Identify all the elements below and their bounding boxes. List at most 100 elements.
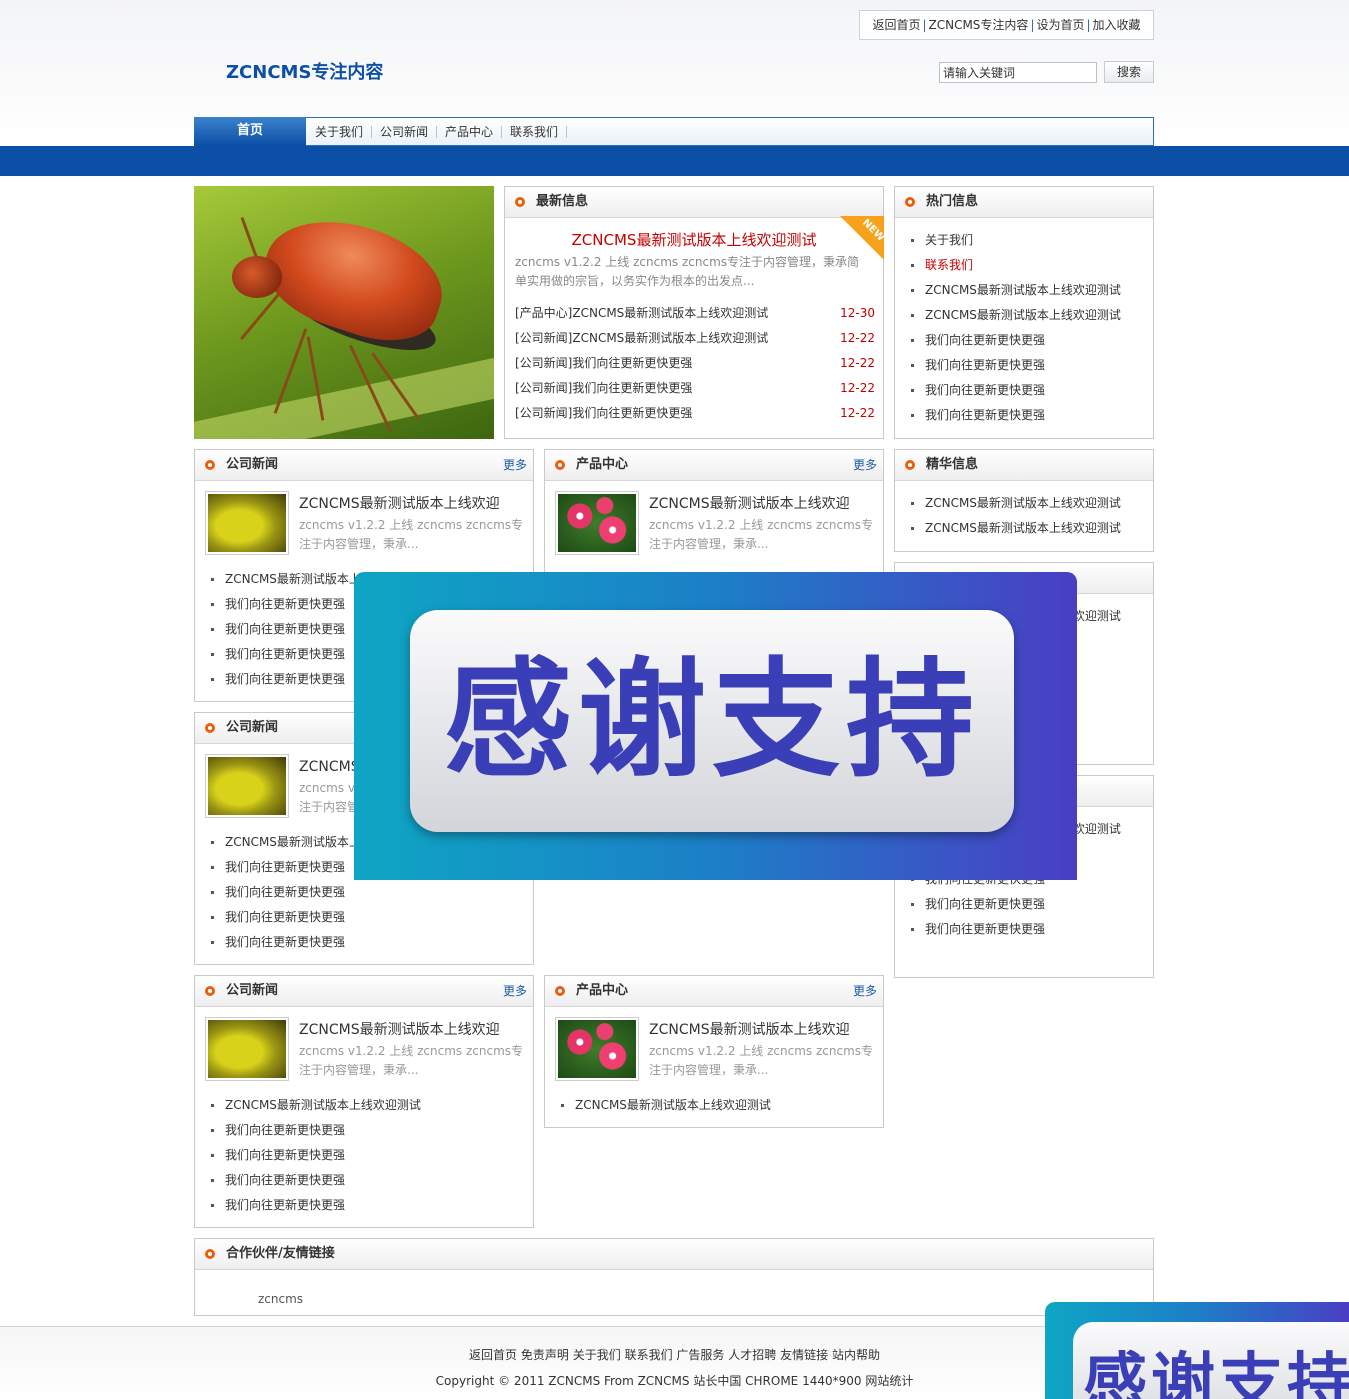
product-center-panel-2: 产品中心 更多 ZCNCMS最新测试版本上线欢迎 zcncms v1.2.2 上… xyxy=(544,975,884,1128)
footer-link[interactable]: 人才招聘 xyxy=(728,1348,776,1362)
list-item[interactable]: 我们向往更新更快更强 xyxy=(210,1143,533,1168)
list-item[interactable]: 我们向往更新更快更强 xyxy=(910,403,1153,428)
news-row[interactable]: [产品中心]ZCNCMS最新测试版本上线欢迎测试 12-30 xyxy=(515,301,875,326)
top-link-home[interactable]: 返回首页 xyxy=(872,18,920,32)
news-row[interactable]: [公司新闻]我们向往更新更快更强 12-22 xyxy=(515,351,875,376)
latest-description: zcncms v1.2.2 上线 zcncms zcncms专注于内容管理，秉承… xyxy=(515,255,860,288)
list-item[interactable]: 我们向往更新更快更强 xyxy=(910,328,1153,353)
list-item[interactable]: ZCNCMS最新测试版本上线欢迎测试 xyxy=(560,1093,883,1118)
banner-beetle-image[interactable] xyxy=(194,186,494,439)
feature-thumbnail[interactable] xyxy=(555,1017,639,1081)
feature-desc: zcncms v1.2.2 上线 zcncms zcncms专注于内容管理，秉承… xyxy=(299,1044,524,1077)
feature-desc: zcncms v1.2.2 上线 zcncms zcncms专注于内容管理，秉承… xyxy=(649,518,874,551)
list-item[interactable]: ZCNCMS最新测试版本上线欢迎测试 xyxy=(910,303,1153,328)
list-item[interactable]: 我们向往更新更快更强 xyxy=(210,1168,533,1193)
footer-link[interactable]: 站内帮助 xyxy=(832,1348,880,1362)
list-item[interactable]: 我们向往更新更快更强 xyxy=(910,378,1153,403)
search-button[interactable]: 搜索 xyxy=(1104,61,1154,83)
footer-link[interactable]: 友情链接 xyxy=(780,1348,828,1362)
feature-title[interactable]: ZCNCMS最新测试版本上线欢迎 xyxy=(649,1019,850,1039)
nav-item-about[interactable]: 关于我们 xyxy=(307,123,371,140)
list-item[interactable]: 联系我们 xyxy=(910,253,1153,278)
feature-thumbnail[interactable] xyxy=(555,491,639,555)
thanks-overlay-corner[interactable]: 感谢支持 xyxy=(1045,1302,1349,1399)
hot-info-panel: 热门信息 关于我们 联系我们 ZCNCMS最新测试版本上线欢迎测试 ZCNCMS… xyxy=(894,186,1154,439)
essence-panel: 精华信息 ZCNCMS最新测试版本上线欢迎测试 ZCNCMS最新测试版本上线欢迎… xyxy=(894,449,1154,552)
list-item[interactable]: 我们向往更新更快更强 xyxy=(210,930,533,955)
top-link-brand[interactable]: ZCNCMS专注内容 xyxy=(929,18,1029,32)
more-link[interactable]: 更多 xyxy=(503,976,527,1006)
list-item[interactable]: 我们向往更新更快更强 xyxy=(210,880,533,905)
partner-links-panel: 合作伙伴/友情链接 zcncms xyxy=(194,1238,1154,1316)
more-link[interactable]: 更多 xyxy=(853,976,877,1006)
bullet-icon xyxy=(205,460,215,470)
nav-item-products[interactable]: 产品中心 xyxy=(437,123,501,140)
list-item[interactable]: 我们向往更新更快更强 xyxy=(210,1118,533,1143)
list-item[interactable]: 我们向往更新更快更强 xyxy=(910,353,1153,378)
panel-title: 公司新闻 xyxy=(226,720,279,735)
feature-title[interactable]: ZCNCMS最新测试版本上线欢迎 xyxy=(649,493,850,513)
latest-headline-link[interactable]: ZCNCMS最新测试版本上线欢迎测试 xyxy=(505,229,883,250)
footer-link[interactable]: 联系我们 xyxy=(625,1348,673,1362)
bullet-icon xyxy=(205,986,215,996)
panel-title: 公司新闻 xyxy=(226,457,279,472)
feature-item: ZCNCMS最新测试版本上线欢迎 zcncms v1.2.2 上线 zcncms… xyxy=(195,481,533,563)
list-item[interactable]: ZCNCMS最新测试版本上线欢迎测试 xyxy=(910,278,1153,303)
list-item[interactable]: 我们向往更新更快更强 xyxy=(910,892,1153,917)
search-input[interactable] xyxy=(939,62,1097,83)
list-item[interactable]: ZCNCMS最新测试版本上线欢迎测试 xyxy=(210,1093,533,1118)
list-item[interactable]: 我们向往更新更快更强 xyxy=(910,917,1153,942)
feature-desc: zcncms v1.2.2 上线 zcncms zcncms专注于内容管理，秉承… xyxy=(299,518,524,551)
feature-item: ZCNCMS最新测试版本上线欢迎 zcncms v1.2.2 上线 zcncms… xyxy=(545,1007,883,1089)
footer-link[interactable]: 返回首页 xyxy=(469,1348,517,1362)
footer-link[interactable]: 免责声明 xyxy=(521,1348,569,1362)
latest-info-panel: 最新信息 NEW ZCNCMS最新测试版本上线欢迎测试 zcncms v1.2.… xyxy=(504,186,884,439)
news-row[interactable]: [公司新闻]我们向往更新更快更强 12-22 xyxy=(515,401,875,426)
bullet-icon xyxy=(515,197,525,207)
bullet-icon xyxy=(555,460,565,470)
nav-blue-band xyxy=(0,146,1349,176)
nav-divider xyxy=(566,125,568,138)
top-link-set-home[interactable]: 设为首页 xyxy=(1036,18,1084,32)
thanks-text-corner: 感谢支持 xyxy=(1083,1347,1349,1399)
top-links-bar: 返回首页 | ZCNCMS专注内容 | 设为首页 | 加入收藏 xyxy=(859,10,1154,40)
footer-link[interactable]: 广告服务 xyxy=(676,1348,724,1362)
list-item[interactable]: 我们向往更新更快更强 xyxy=(210,1193,533,1218)
bullet-icon xyxy=(205,1249,215,1259)
panel-title: 热门信息 xyxy=(926,194,979,209)
main-nav: 首页 关于我们 公司新闻 产品中心 联系我们 xyxy=(194,117,1154,146)
panel-title: 精华信息 xyxy=(926,457,979,472)
panel-title: 产品中心 xyxy=(576,457,629,472)
feature-desc: zcncms v1.2.2 上线 zcncms zcncms专注于内容管理，秉承… xyxy=(649,1044,874,1077)
feature-thumbnail[interactable] xyxy=(205,1017,289,1081)
panel-title: 合作伙伴/友情链接 xyxy=(226,1246,335,1261)
feature-title[interactable]: ZCNCMS最新测试版本上线欢迎 xyxy=(299,493,500,513)
partner-link[interactable]: zcncms xyxy=(258,1292,303,1306)
more-link[interactable]: 更多 xyxy=(503,450,527,480)
bullet-icon xyxy=(555,986,565,996)
list-item[interactable]: 我们向往更新更快更强 xyxy=(210,905,533,930)
list-item[interactable]: ZCNCMS最新测试版本上线欢迎测试 xyxy=(910,491,1153,516)
feature-thumbnail[interactable] xyxy=(205,754,289,818)
site-logo[interactable]: ZCNCMS专注内容 xyxy=(226,58,383,84)
feature-thumbnail[interactable] xyxy=(205,491,289,555)
news-row[interactable]: [公司新闻]ZCNCMS最新测试版本上线欢迎测试 12-22 xyxy=(515,326,875,351)
feature-item: ZCNCMS最新测试版本上线欢迎 zcncms v1.2.2 上线 zcncms… xyxy=(545,481,883,563)
thanks-overlay[interactable]: 感谢支持 xyxy=(354,572,1077,880)
product-center-panel: 产品中心 更多 ZCNCMS最新测试版本上线欢迎 zcncms v1.2.2 上… xyxy=(544,449,884,575)
footer-link[interactable]: 关于我们 xyxy=(573,1348,621,1362)
latest-news-list: [产品中心]ZCNCMS最新测试版本上线欢迎测试 12-30 [公司新闻]ZCNC… xyxy=(515,301,875,426)
top-link-favorite[interactable]: 加入收藏 xyxy=(1093,18,1141,32)
more-link[interactable]: 更多 xyxy=(853,450,877,480)
company-news-panel-3: 公司新闻 更多 ZCNCMS最新测试版本上线欢迎 zcncms v1.2.2 上… xyxy=(194,975,534,1228)
nav-item-company-news[interactable]: 公司新闻 xyxy=(372,123,436,140)
feature-title[interactable]: ZCNCMS最新测试版本上线欢迎 xyxy=(299,1019,500,1039)
panel-title: 产品中心 xyxy=(576,983,629,998)
list-item[interactable]: ZCNCMS最新测试版本上线欢迎测试 xyxy=(910,516,1153,541)
feature-item: ZCNCMS最新测试版本上线欢迎 zcncms v1.2.2 上线 zcncms… xyxy=(195,1007,533,1089)
list-item[interactable]: 关于我们 xyxy=(910,228,1153,253)
bullet-icon xyxy=(205,723,215,733)
news-row[interactable]: [公司新闻]我们向往更新更快更强 12-22 xyxy=(515,376,875,401)
nav-item-contact[interactable]: 联系我们 xyxy=(502,123,566,140)
nav-item-home[interactable]: 首页 xyxy=(194,117,306,146)
